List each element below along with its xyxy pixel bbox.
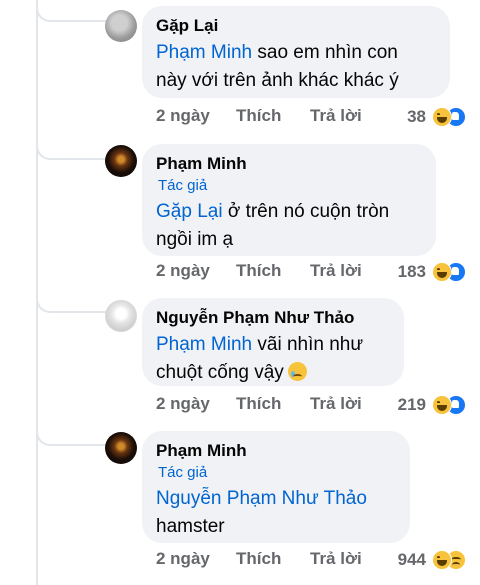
author-badge: Tác giả (158, 464, 208, 481)
comment-timestamp[interactable]: 2 ngày (156, 392, 236, 416)
reply-button[interactable]: Trả lời (310, 392, 362, 416)
reaction-summary[interactable]: 219 (398, 392, 466, 416)
reply-button[interactable]: Trả lời (310, 259, 362, 283)
reply-connector (36, 426, 106, 446)
comment-timestamp[interactable]: 2 ngày (156, 259, 236, 283)
avatar[interactable] (105, 300, 137, 332)
haha-icon (432, 394, 452, 415)
reply-connector (36, 140, 106, 160)
like-button[interactable]: Thích (236, 104, 310, 128)
comment-text-line1: sao em nhìn con (252, 42, 398, 63)
comment-timestamp[interactable]: 2 ngày (156, 547, 236, 571)
comment-actions: 2 ngày Thích Trả lời (156, 547, 362, 571)
reply-connector (36, 293, 106, 313)
comment-actions: 2 ngày Thích Trả lời (156, 259, 362, 283)
comment-bubble: Phạm Minh Tác giả Gặp Lại ở trên nó cuộn… (142, 144, 436, 256)
comment-text-line2: hamster (156, 516, 225, 537)
comment-author[interactable]: Nguyễn Phạm Như Thảo (156, 307, 390, 329)
comment-text: Phạm Minh sao em nhìn con này với trên ả… (156, 39, 436, 95)
avatar[interactable] (105, 145, 137, 177)
comment-actions: 2 ngày Thích Trả lời (156, 392, 362, 416)
like-button[interactable]: Thích (236, 392, 310, 416)
author-badge: Tác giả (158, 177, 208, 194)
reaction-count: 183 (397, 261, 426, 281)
comment-author[interactable]: Gặp Lại (156, 15, 436, 37)
comment-text-line1: ở trên nó cuộn tròn (222, 201, 390, 222)
like-button[interactable]: Thích (236, 259, 310, 283)
like-button[interactable]: Thích (236, 547, 310, 571)
comment-author[interactable]: Phạm Minh (156, 440, 396, 462)
reaction-summary[interactable]: 38 (407, 104, 466, 128)
comment-author[interactable]: Phạm Minh (156, 153, 422, 175)
reply-connector (36, 2, 106, 22)
comment-timestamp[interactable]: 2 ngày (156, 104, 236, 128)
reaction-count: 944 (397, 549, 426, 569)
comment-text: Nguyễn Phạm Như Thảo hamster (156, 485, 396, 541)
comment-bubble: Nguyễn Phạm Như Thảo Phạm Minh vãi nhìn … (142, 298, 404, 386)
comment-text-line1: vãi nhìn như (252, 334, 364, 355)
reply-button[interactable]: Trả lời (310, 104, 362, 128)
comment-text-line2: chuột cống vậy (156, 362, 284, 383)
reaction-summary[interactable]: 183 (398, 259, 466, 283)
haha-icon (432, 549, 452, 570)
haha-icon (432, 106, 452, 127)
avatar[interactable] (105, 10, 137, 42)
mention-link[interactable]: Gặp Lại (156, 201, 223, 222)
comment-actions: 2 ngày Thích Trả lời (156, 104, 362, 128)
reaction-summary[interactable]: 944 (398, 547, 466, 571)
comment-text-line2: này với trên ảnh khác khác ý (156, 70, 399, 91)
mention-link[interactable]: Phạm Minh (156, 334, 252, 355)
comment-text: Phạm Minh vãi nhìn như chuột cống vậy (156, 331, 390, 387)
haha-icon (432, 261, 452, 282)
mention-link[interactable]: Phạm Minh (156, 42, 252, 63)
avatar[interactable] (105, 432, 137, 464)
comment-text: Gặp Lại ở trên nó cuộn tròn ngồi im ạ (156, 198, 422, 254)
crying-face-icon (287, 362, 307, 381)
mention-link[interactable]: Nguyễn Phạm Như Thảo (156, 488, 367, 509)
comment-bubble: Phạm Minh Tác giả Nguyễn Phạm Như Thảo h… (142, 431, 410, 543)
reaction-count: 219 (397, 394, 426, 414)
reply-button[interactable]: Trả lời (310, 547, 362, 571)
comment-bubble: Gặp Lại Phạm Minh sao em nhìn con này vớ… (142, 6, 450, 98)
reaction-count: 38 (407, 106, 426, 126)
comment-text-line2: ngồi im ạ (156, 229, 234, 250)
